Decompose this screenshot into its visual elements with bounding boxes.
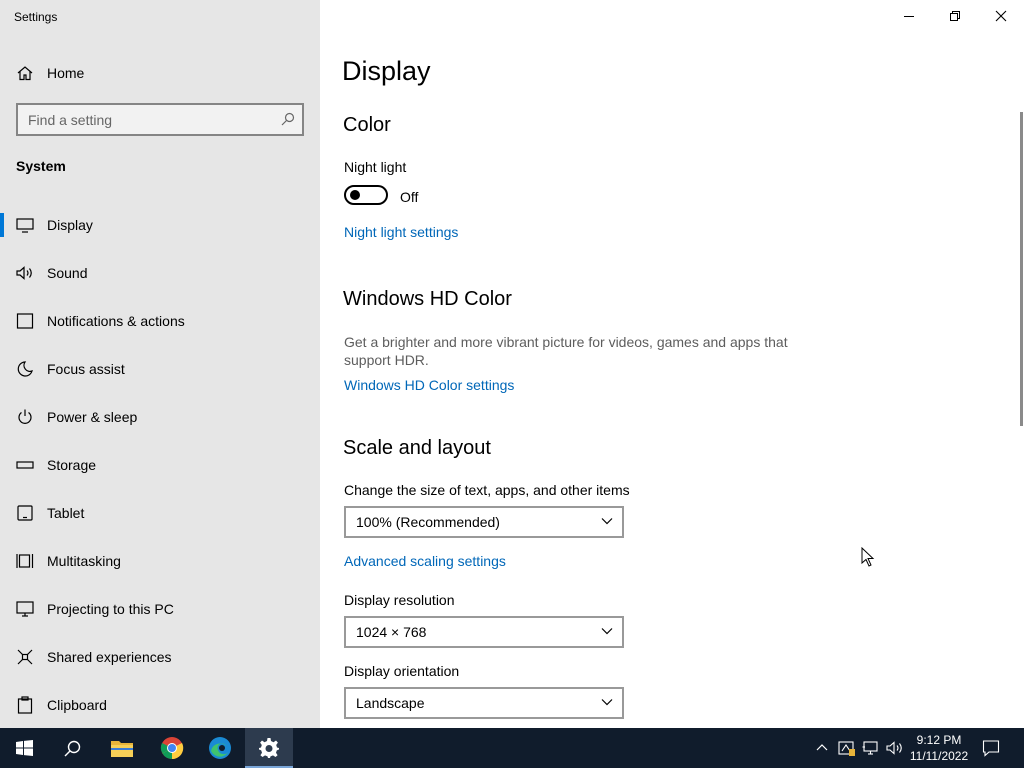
scrollbar[interactable] <box>1020 112 1023 426</box>
sidebar-item-sound[interactable]: Sound <box>0 249 320 297</box>
sidebar-item-projecting[interactable]: Projecting to this PC <box>0 585 320 633</box>
hd-color-description: Get a brighter and more vibrant picture … <box>344 334 788 368</box>
minimize-icon <box>904 16 914 17</box>
sidebar-item-clipboard[interactable]: Clipboard <box>0 681 320 729</box>
search-placeholder: Find a setting <box>28 112 113 128</box>
sidebar-item-label: Clipboard <box>47 697 107 713</box>
start-icon <box>16 740 33 756</box>
clock-date: 11/11/2022 <box>909 749 969 763</box>
sidebar-item-tablet[interactable]: Tablet <box>0 489 320 537</box>
edge-icon <box>209 737 231 759</box>
mouse-cursor <box>861 547 875 567</box>
chevron-down-icon <box>601 628 613 635</box>
sidebar-item-label: Shared experiences <box>47 649 172 665</box>
night-light-settings-link[interactable]: Night light settings <box>344 224 458 240</box>
home-icon <box>17 66 33 81</box>
network-icon[interactable] <box>862 739 880 757</box>
chevron-down-icon <box>601 518 613 525</box>
scale-dropdown[interactable]: 100% (Recommended) <box>344 506 624 538</box>
search-icon[interactable] <box>281 112 295 126</box>
clock-time: 9:12 PM <box>916 733 962 747</box>
taskbar-file-explorer[interactable] <box>98 728 146 768</box>
clipboard-icon <box>17 696 33 714</box>
night-light-state: Off <box>400 189 419 205</box>
sidebar-item-label: Projecting to this PC <box>47 601 174 617</box>
scale-heading: Scale and layout <box>343 437 491 459</box>
page-title: Display <box>342 56 431 86</box>
home-label: Home <box>47 65 85 81</box>
shared-experiences-icon <box>17 649 33 665</box>
sidebar-item-label: Focus assist <box>47 361 125 377</box>
sidebar-item-shared-experiences[interactable]: Shared experiences <box>0 633 320 681</box>
action-center-icon[interactable] <box>982 739 1000 757</box>
sidebar-item-label: Storage <box>47 457 97 473</box>
sidebar-item-label: Power & sleep <box>47 409 138 425</box>
window-title: Settings <box>14 10 58 24</box>
sidebar-item-display[interactable]: Display <box>0 201 320 249</box>
projecting-icon <box>16 601 34 617</box>
sidebar-item-label: Multitasking <box>47 553 121 569</box>
search-icon <box>64 740 81 757</box>
taskbar-edge[interactable] <box>196 728 244 768</box>
orientation-value: Landscape <box>356 695 425 711</box>
sidebar-item-focus-assist[interactable]: Focus assist <box>0 345 320 393</box>
settings-icon <box>259 738 279 758</box>
notification-icon <box>16 313 34 329</box>
restore-button[interactable] <box>932 0 978 32</box>
orientation-label: Display orientation <box>344 663 460 679</box>
hd-color-heading: Windows HD Color <box>343 288 512 310</box>
sidebar: Settings Home Find a setting System Disp… <box>0 0 320 728</box>
home-button[interactable]: Home <box>0 56 320 90</box>
moon-icon <box>17 361 33 377</box>
chrome-icon <box>160 737 184 760</box>
sidebar-item-label: Tablet <box>47 505 85 521</box>
content-pane: Display Color Night light Off Night ligh… <box>320 0 1024 728</box>
night-light-toggle[interactable] <box>344 185 388 205</box>
night-light-label: Night light <box>344 159 407 175</box>
resolution-value: 1024 × 768 <box>356 624 427 640</box>
file-explorer-icon <box>111 741 133 757</box>
storage-icon <box>16 461 34 469</box>
advanced-scaling-link[interactable]: Advanced scaling settings <box>344 553 506 569</box>
resolution-dropdown[interactable]: 1024 × 768 <box>344 616 624 648</box>
size-label: Change the size of text, apps, and other… <box>344 482 630 498</box>
monitor-icon <box>16 218 34 233</box>
taskbar-clock[interactable]: 9:12 PM 11/11/2022 <box>904 732 974 764</box>
search-input[interactable]: Find a setting <box>16 103 304 136</box>
close-button[interactable] <box>978 0 1024 32</box>
taskbar: 9:12 PM 11/11/2022 <box>0 728 1024 768</box>
hd-color-settings-link[interactable]: Windows HD Color settings <box>344 377 514 393</box>
sidebar-item-label: Sound <box>47 265 88 281</box>
taskbar-settings[interactable] <box>245 728 293 768</box>
toggle-knob <box>350 190 360 200</box>
multitasking-icon <box>16 554 34 568</box>
volume-icon[interactable] <box>886 739 904 757</box>
network-security-icon[interactable] <box>838 739 856 757</box>
chevron-down-icon <box>601 699 613 706</box>
scale-value: 100% (Recommended) <box>356 514 500 530</box>
sidebar-item-label: Display <box>47 217 93 233</box>
close-icon <box>995 10 1007 22</box>
sidebar-item-label: Notifications & actions <box>47 313 185 329</box>
resolution-label: Display resolution <box>344 592 455 608</box>
sidebar-item-power-sleep[interactable]: Power & sleep <box>0 393 320 441</box>
start-button[interactable] <box>0 728 48 768</box>
section-title: System <box>16 158 66 174</box>
color-heading: Color <box>343 114 391 136</box>
taskbar-search-button[interactable] <box>48 728 96 768</box>
taskbar-chrome[interactable] <box>148 728 196 768</box>
power-icon <box>18 409 32 424</box>
sidebar-item-multitasking[interactable]: Multitasking <box>0 537 320 585</box>
tablet-icon <box>17 505 33 521</box>
show-hidden-icons-chevron-icon[interactable] <box>815 741 829 755</box>
speaker-icon <box>16 266 32 280</box>
minimize-button[interactable] <box>886 0 932 32</box>
restore-icon <box>950 11 960 21</box>
sidebar-item-storage[interactable]: Storage <box>0 441 320 489</box>
orientation-dropdown[interactable]: Landscape <box>344 687 624 719</box>
sidebar-item-notifications[interactable]: Notifications & actions <box>0 297 320 345</box>
